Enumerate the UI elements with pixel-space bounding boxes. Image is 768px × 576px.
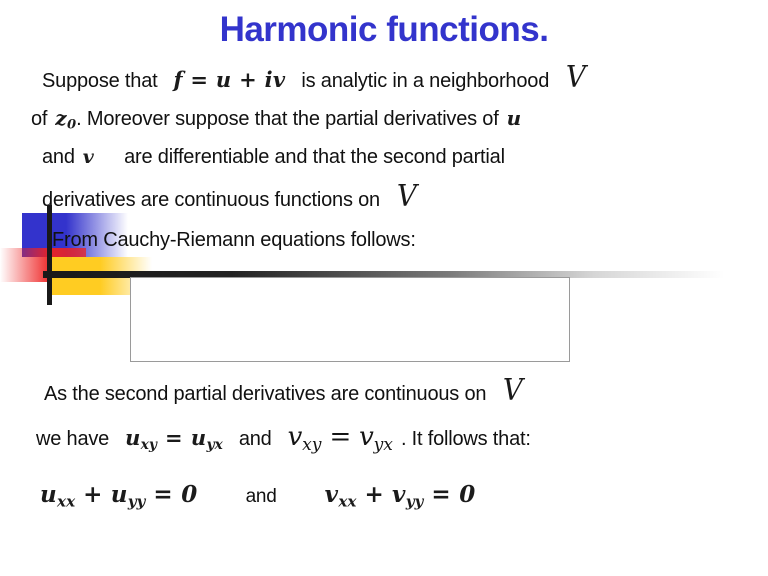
line7-text-part2: and: [238, 428, 272, 450]
math-v-sub-xy: xy: [302, 434, 322, 455]
decoration-vertical-bar: [47, 205, 52, 305]
line2-text-part1: of: [31, 108, 48, 130]
body-line-3: and v are differentiable and that the seco…: [42, 144, 505, 170]
body-line-1: Suppose that f = u + iv is analytic in a n…: [42, 60, 587, 95]
line7-text-part1: we have: [36, 428, 110, 450]
math-script-v-domain: V: [396, 179, 417, 214]
math-script-v-neighborhood: V: [565, 60, 586, 95]
math-laplace-u: uxx + uyy = 0: [40, 482, 198, 514]
math-vxy-equals-vyx: vxy = vyx: [288, 424, 393, 458]
line8-conjunction: and: [245, 486, 277, 507]
math-u-equals-zero: = 0: [153, 481, 198, 508]
math-u-yy-base: u: [110, 481, 128, 508]
math-u-xx-base: u: [40, 481, 58, 508]
line4-text-part1: derivatives are continuous functions on: [42, 189, 380, 211]
decoration-red-square: [52, 248, 86, 282]
line3-text-part2: are differentiable and that the second p…: [124, 146, 505, 168]
math-f-equals-u-plus-iv: f = u + iv: [173, 67, 286, 92]
math-z-base: z: [55, 106, 67, 130]
body-line-5: From Cauchy-Riemann equations follows:: [52, 227, 416, 253]
math-uxy-equals-uyx: uxy = uyx: [125, 425, 223, 458]
math-v-xx-base: v: [324, 481, 339, 508]
body-line-7: we have uxy = uyx and vxy = vyx. It follows tha…: [36, 424, 531, 458]
math-equals-sign-2: =: [329, 422, 352, 452]
math-u-xx-sub: xx: [57, 492, 76, 511]
math-u-base-a: u: [125, 425, 141, 450]
line1-text-part1: Suppose that: [42, 70, 158, 92]
math-v-yy-base: v: [392, 481, 406, 508]
body-line-6: As the second partial derivatives are co…: [44, 373, 524, 408]
math-plus-sign-2: +: [364, 481, 385, 508]
line6-text-part1: As the second partial derivatives are co…: [44, 383, 487, 405]
line3-text-part1: and: [42, 146, 75, 168]
math-v-base-a: v: [287, 422, 303, 452]
page-title: Harmonic functions.: [219, 10, 549, 49]
math-u-yy-sub: yy: [127, 492, 146, 511]
math-v-base-b: v: [359, 422, 374, 452]
line1-text-part2: is analytic in a neighborhood: [301, 70, 550, 92]
slide-canvas: Harmonic functions. Suppose that f = u + …: [0, 0, 768, 576]
math-z-subscript: 0: [66, 117, 77, 133]
math-u-sub-xy: xy: [140, 436, 157, 453]
math-script-v-continuity: V: [503, 373, 523, 408]
math-script-v-function: v: [82, 146, 95, 168]
math-u-base-b: u: [190, 425, 207, 450]
math-v-sub-yx: yx: [373, 434, 393, 455]
line2-text-part2: . Moreover suppose that the partial deri…: [76, 108, 499, 130]
math-plus-sign-1: +: [83, 481, 103, 508]
line5-text-part1: From Cauchy-Riemann equations follows:: [52, 229, 416, 251]
math-u-sub-yx: yx: [206, 436, 223, 453]
math-equals-sign-1: =: [165, 425, 183, 450]
equation-placeholder-box[interactable]: [130, 277, 570, 362]
math-laplace-v: vxx + vyy = 0: [325, 482, 476, 514]
math-v-xx-sub: xx: [338, 492, 357, 511]
decoration-red-gradient: [0, 248, 52, 282]
math-v-yy-sub: yy: [405, 492, 424, 511]
body-line-8: uxx + uyy = 0 and vxx + vyy = 0: [40, 482, 476, 514]
line7-text-part3: . It follows that:: [400, 428, 531, 450]
body-line-2: of z0. Moreover suppose that the partial …: [31, 105, 521, 139]
math-script-u: u: [506, 106, 522, 130]
decoration-yellow-square: [52, 257, 100, 295]
math-v-equals-zero: = 0: [431, 481, 476, 508]
body-line-4: derivatives are continuous functions on V: [42, 179, 417, 214]
math-z-nought: z0: [55, 105, 76, 139]
